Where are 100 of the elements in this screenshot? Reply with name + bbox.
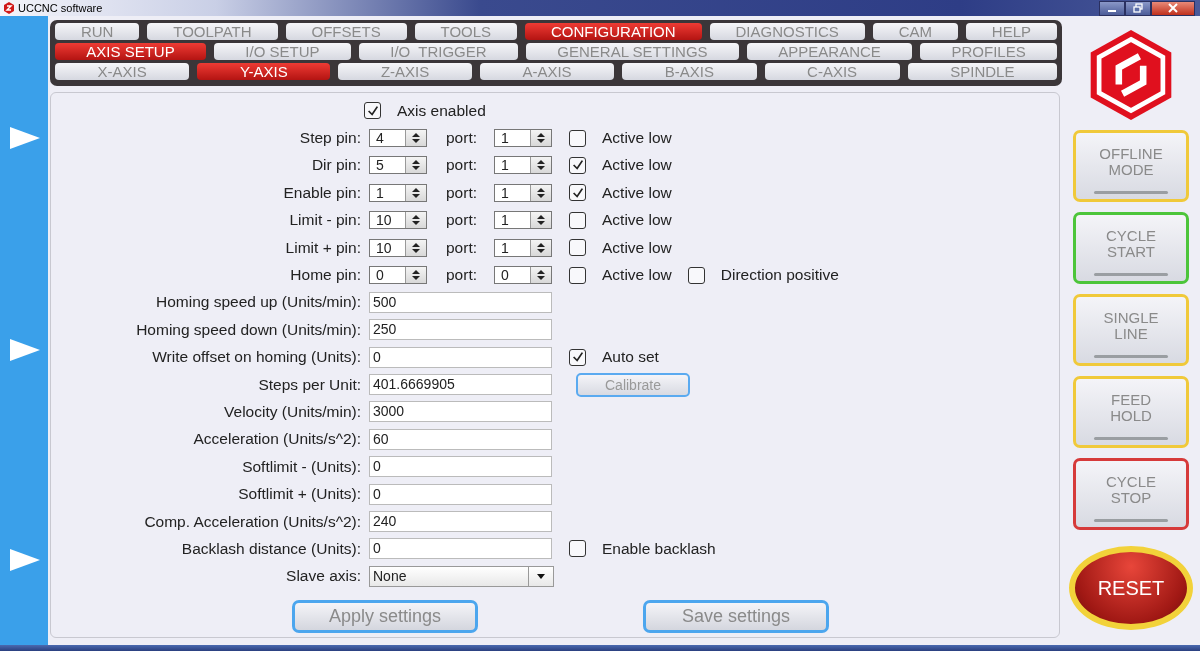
input-field[interactable]: 0	[369, 346, 552, 368]
app-icon	[3, 2, 15, 14]
spin-field[interactable]: 1	[494, 183, 552, 202]
minimize-button[interactable]	[1099, 0, 1125, 16]
field-label: port:	[445, 238, 478, 257]
tab[interactable]: X-AXIS	[55, 63, 190, 80]
input-field[interactable]: 401.6669905	[369, 374, 552, 396]
machine-button[interactable]: FEED HOLD	[1073, 376, 1189, 448]
spinner-icon[interactable]	[530, 184, 551, 201]
spin-field[interactable]: 1	[369, 183, 427, 202]
field-label: Step pin:	[298, 129, 362, 148]
checkbox-label: Auto set	[602, 348, 659, 367]
tab[interactable]: Y-AXIS	[197, 63, 331, 80]
reset-button[interactable]: RESET	[1069, 546, 1193, 630]
spinner-icon[interactable]	[405, 184, 426, 201]
tab[interactable]: RUN	[55, 23, 140, 40]
spinner-icon[interactable]	[405, 130, 426, 147]
spinner-icon[interactable]	[405, 212, 426, 229]
machine-button[interactable]: OFFLINE MODE	[1073, 130, 1189, 202]
arrow-icon[interactable]	[10, 127, 40, 149]
checkbox-label: Active low	[602, 183, 672, 202]
input-field[interactable]: 0	[369, 538, 552, 560]
input-field[interactable]: 240	[369, 511, 552, 533]
tab[interactable]: GENERAL SETTINGS	[525, 43, 739, 60]
tab[interactable]: I/O SETUP	[214, 43, 351, 60]
spinner-icon[interactable]	[530, 212, 551, 229]
field-label: Acceleration (Units/s^2):	[192, 430, 362, 449]
checkbox[interactable]	[569, 266, 586, 284]
input-field[interactable]: 3000	[369, 401, 552, 423]
checkbox[interactable]	[569, 211, 586, 229]
tab[interactable]: DIAGNOSTICS	[709, 23, 865, 40]
input-field[interactable]: 0	[369, 483, 552, 505]
checkbox[interactable]	[569, 239, 586, 257]
field-label: Homing speed down (Units/min):	[135, 320, 362, 339]
tab[interactable]: B-AXIS	[622, 63, 757, 80]
spinner-icon[interactable]	[530, 267, 551, 284]
tab[interactable]: OFFSETS	[285, 23, 407, 40]
spin-field[interactable]: 10	[369, 211, 427, 230]
input-field[interactable]: 60	[369, 428, 552, 450]
spin-field[interactable]: 1	[494, 211, 552, 230]
maximize-button[interactable]	[1125, 0, 1151, 16]
spin-field[interactable]: 5	[369, 156, 427, 175]
checkbox[interactable]	[569, 184, 586, 202]
tab[interactable]: Z-AXIS	[338, 63, 472, 80]
field-label: Limit - pin:	[288, 211, 362, 230]
settings-button[interactable]: Save settings	[643, 600, 829, 634]
arrow-icon[interactable]	[10, 549, 40, 571]
field-label: Steps per Unit:	[257, 375, 362, 394]
field-label: port:	[445, 266, 478, 285]
field-label: Write offset on homing (Units):	[151, 348, 362, 367]
tab[interactable]: CONFIGURATION	[525, 23, 702, 40]
checkbox[interactable]	[687, 266, 705, 284]
spinner-icon[interactable]	[405, 267, 426, 284]
spin-field[interactable]: 1	[494, 156, 552, 175]
tab[interactable]: I/O TRIGGER	[358, 43, 518, 60]
tab[interactable]: CAM	[872, 23, 958, 40]
spinner-icon[interactable]	[530, 130, 551, 147]
checkbox[interactable]	[364, 102, 381, 120]
spinner-icon[interactable]	[530, 239, 551, 256]
tab[interactable]: SPINDLE	[907, 63, 1058, 80]
field-label: port:	[445, 211, 478, 230]
machine-button[interactable]: SINGLE LINE	[1073, 294, 1189, 366]
machine-button[interactable]: CYCLE STOP	[1073, 458, 1189, 530]
spin-field[interactable]: 10	[369, 238, 427, 257]
spinner-icon[interactable]	[405, 157, 426, 174]
machine-button[interactable]: CYCLE START	[1073, 212, 1189, 284]
field-label: Velocity (Units/min):	[223, 403, 362, 421]
spin-field[interactable]: 1	[494, 129, 552, 148]
tab[interactable]: C-AXIS	[764, 63, 900, 80]
spin-field[interactable]: 1	[494, 238, 552, 257]
field-label: Homing speed up (Units/min):	[154, 293, 362, 312]
tab[interactable]: HELP	[965, 23, 1057, 40]
settings-button[interactable]: Apply settings	[292, 600, 478, 634]
input-field[interactable]: 0	[369, 456, 552, 478]
tab[interactable]: A-AXIS	[479, 63, 615, 80]
checkbox[interactable]	[569, 156, 586, 174]
checkbox-label: Active low	[602, 211, 672, 230]
checkbox[interactable]	[569, 540, 586, 558]
field-label: Limit + pin:	[284, 238, 362, 257]
field-label: port:	[445, 156, 478, 175]
tab[interactable]: APPEARANCE	[746, 43, 913, 60]
field-label: Slave axis:	[285, 567, 362, 586]
checkbox[interactable]	[569, 129, 586, 147]
tab[interactable]: AXIS SETUP	[55, 43, 207, 60]
input-field[interactable]: 250	[369, 319, 552, 341]
spin-field[interactable]: 4	[369, 129, 427, 148]
spinner-icon[interactable]	[405, 239, 426, 256]
checkbox[interactable]	[569, 348, 586, 366]
arrow-icon[interactable]	[10, 339, 40, 361]
tab[interactable]: TOOLS	[414, 23, 517, 40]
close-button[interactable]	[1151, 0, 1195, 16]
checkbox-label: Enable backlash	[602, 539, 716, 558]
input-field[interactable]: 500	[369, 291, 552, 313]
tab[interactable]: PROFILES	[920, 43, 1058, 60]
spin-field[interactable]: 0	[369, 266, 427, 285]
window-title: UCCNC software	[18, 2, 103, 14]
dropdown[interactable]: None	[369, 565, 554, 587]
spin-field[interactable]: 0	[494, 266, 552, 285]
spinner-icon[interactable]	[530, 157, 551, 174]
tab[interactable]: TOOLPATH	[147, 23, 278, 40]
